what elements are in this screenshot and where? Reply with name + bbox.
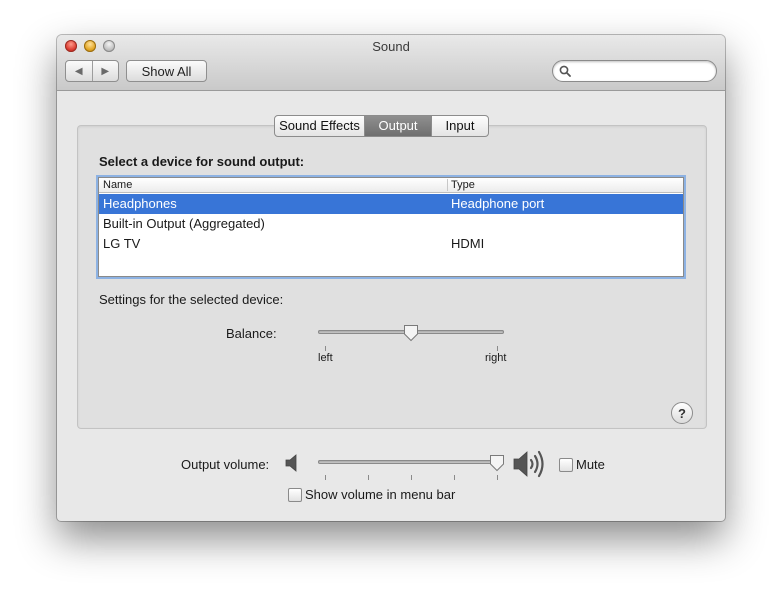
help-button[interactable]: ?: [671, 402, 693, 424]
device-type: HDMI: [451, 236, 485, 251]
table-row[interactable]: Headphones Headphone port: [99, 194, 683, 214]
show-volume-in-menu-bar-label[interactable]: Show volume in menu bar: [305, 487, 455, 502]
device-name: LG TV: [103, 236, 141, 251]
balance-label: Balance:: [226, 326, 277, 341]
help-icon: ?: [678, 405, 686, 421]
table-row[interactable]: Built-in Output (Aggregated): [99, 214, 683, 234]
sound-preferences-window: Sound ◀ ▶ Show All Sound Effects Output …: [57, 35, 725, 521]
output-group-box: [77, 125, 707, 429]
back-button[interactable]: ◀: [66, 61, 92, 81]
tab-input[interactable]: Input: [431, 116, 488, 136]
search-icon: [559, 65, 571, 77]
column-header-type[interactable]: Type: [451, 178, 475, 192]
tab-bar: Sound Effects Output Input: [274, 115, 489, 137]
search-input[interactable]: [575, 62, 709, 80]
volume-tick: [454, 475, 455, 480]
window-title: Sound: [372, 39, 410, 54]
output-device-heading: Select a device for sound output:: [99, 154, 305, 169]
back-forward-control: ◀ ▶: [65, 60, 119, 82]
search-field[interactable]: [552, 60, 717, 82]
device-settings-label: Settings for the selected device:: [99, 292, 284, 307]
device-type: Headphone port: [451, 196, 545, 211]
volume-tick: [497, 475, 498, 480]
balance-tick-right: [497, 346, 498, 351]
device-name: Built-in Output (Aggregated): [103, 216, 265, 231]
output-device-table[interactable]: Name Type Headphones Headphone port Buil…: [98, 177, 684, 277]
volume-slider-thumb[interactable]: [489, 454, 505, 472]
balance-left-label: left: [318, 352, 333, 364]
tab-sound-effects[interactable]: Sound Effects: [275, 116, 364, 136]
balance-slider-thumb[interactable]: [403, 324, 419, 342]
volume-tick: [325, 475, 326, 480]
balance-right-label: right: [485, 352, 507, 364]
mute-checkbox[interactable]: [559, 458, 573, 472]
speaker-high-icon[interactable]: [513, 449, 549, 479]
balance-tick-left: [325, 346, 326, 351]
device-name: Headphones: [103, 196, 177, 211]
mute-label[interactable]: Mute: [576, 457, 605, 472]
show-all-button[interactable]: Show All: [126, 60, 207, 82]
toolbar: Sound ◀ ▶ Show All: [57, 35, 725, 91]
volume-slider-track[interactable]: [318, 460, 504, 464]
table-header: Name Type: [99, 178, 683, 193]
back-triangle-icon: ◀: [74, 65, 83, 77]
column-header-name[interactable]: Name: [103, 178, 132, 192]
volume-tick: [368, 475, 369, 480]
table-row[interactable]: LG TV HDMI: [99, 234, 683, 254]
tab-output[interactable]: Output: [364, 116, 431, 136]
speaker-low-icon[interactable]: [285, 454, 301, 472]
volume-tick: [411, 475, 412, 480]
forward-button[interactable]: ▶: [91, 61, 119, 81]
show-volume-in-menu-bar-checkbox[interactable]: [288, 488, 302, 502]
column-divider: [447, 179, 448, 191]
output-volume-label: Output volume:: [181, 457, 270, 472]
forward-triangle-icon: ▶: [101, 65, 110, 77]
